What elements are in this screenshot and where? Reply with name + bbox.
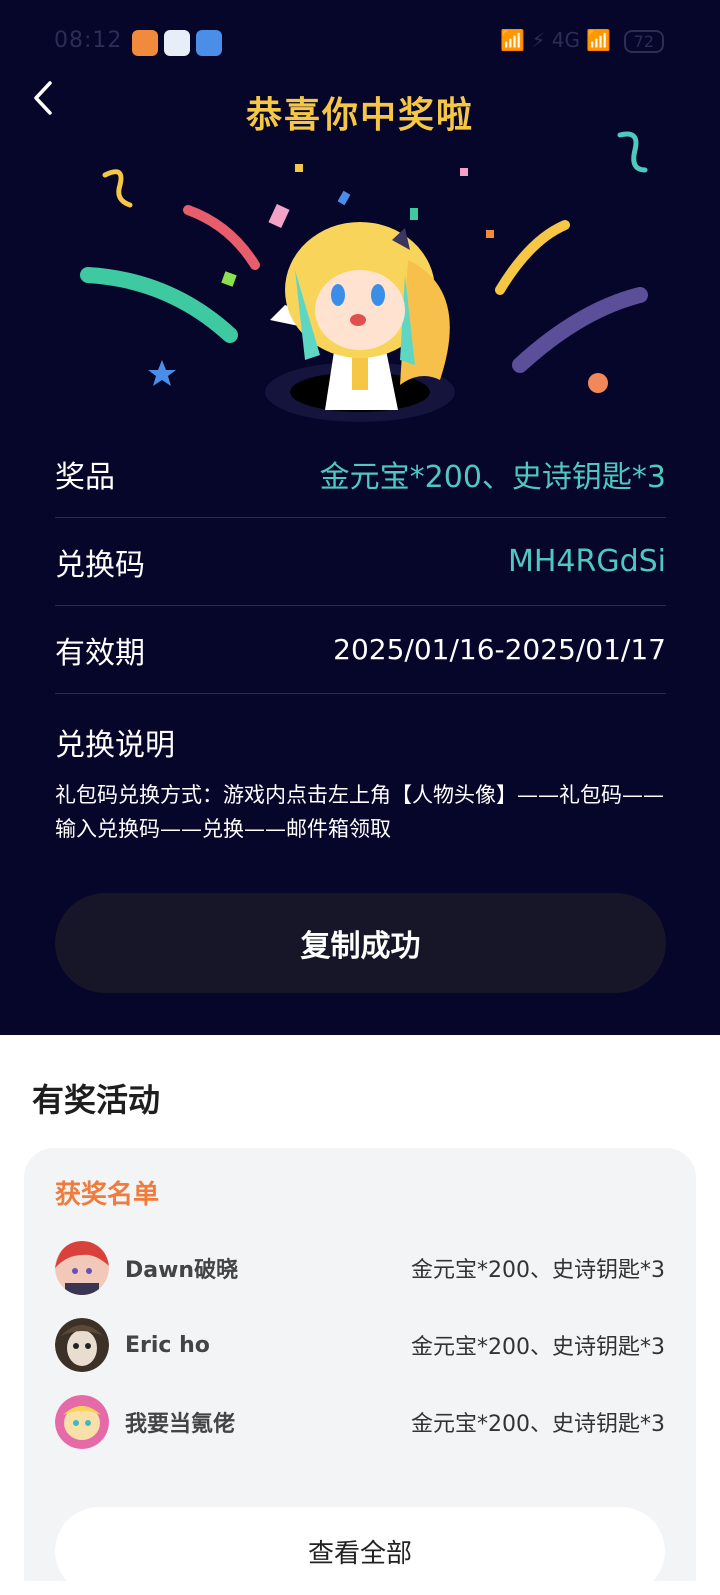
validity-value: 2025/01/16-2025/01/17 <box>333 633 666 666</box>
activities-section: 有奖活动 获奖名单 Dawn破晓 金元宝*200、史诗钥匙*3 Eric ho … <box>0 1035 720 1595</box>
copy-button[interactable]: 复制成功 <box>55 893 666 993</box>
redeem-code-label: 兑换码 <box>55 547 145 583</box>
winner-name: Dawn破晓 <box>125 1258 239 1283</box>
winner-row: Eric ho 金元宝*200、史诗钥匙*3 <box>55 1315 665 1375</box>
winner-name: 我要当氪佬 <box>125 1412 236 1437</box>
instructions-title: 兑换说明 <box>55 728 175 763</box>
prize-info: 奖品 金元宝*200、史诗钥匙*3 兑换码 MH4RGdSi 有效期 2025/… <box>55 430 666 846</box>
winners-card: 获奖名单 Dawn破晓 金元宝*200、史诗钥匙*3 Eric ho 金元宝*2… <box>24 1148 696 1595</box>
winners-title: 获奖名单 <box>55 1180 160 1210</box>
redeem-code-value[interactable]: MH4RGdSi <box>508 544 666 579</box>
avatar <box>55 1395 109 1449</box>
validity-label: 有效期 <box>55 635 145 671</box>
avatar <box>55 1318 109 1372</box>
avatar <box>55 1241 109 1295</box>
prize-row: 奖品 金元宝*200、史诗钥匙*3 <box>55 430 666 518</box>
app-notification-icon <box>196 30 222 56</box>
status-time: 08:12 <box>54 28 123 53</box>
winner-row: Dawn破晓 金元宝*200、史诗钥匙*3 <box>55 1238 665 1298</box>
app-notification-icon <box>132 30 158 56</box>
prize-label: 奖品 <box>55 459 115 495</box>
winner-row: 我要当氪佬 金元宝*200、史诗钥匙*3 <box>55 1392 665 1452</box>
prize-value: 金元宝*200、史诗钥匙*3 <box>319 459 666 495</box>
winner-prize: 金元宝*200、史诗钥匙*3 <box>411 1258 665 1283</box>
status-bar: 08:12 📶 ⚡ 4G 📶 72 <box>0 28 720 60</box>
winner-prize: 金元宝*200、史诗钥匙*3 <box>411 1335 665 1360</box>
redeem-code-row: 兑换码 MH4RGdSi <box>55 518 666 606</box>
app-notification-icon <box>164 30 190 56</box>
signal-icon: 📶 ⚡ 4G 📶 <box>500 28 612 52</box>
battery-indicator: 72 <box>623 30 664 53</box>
section-title: 有奖活动 <box>32 1081 161 1119</box>
winner-prize: 金元宝*200、史诗钥匙*3 <box>411 1412 665 1437</box>
winner-name: Eric ho <box>125 1332 210 1358</box>
celebration-illustration <box>80 131 648 422</box>
prize-panel: 08:12 📶 ⚡ 4G 📶 72 恭喜你中奖啦 奖品 金元宝*200、史诗钥匙… <box>0 0 720 1035</box>
view-all-button[interactable]: 查看全部 <box>55 1507 665 1595</box>
validity-row: 有效期 2025/01/16-2025/01/17 <box>55 606 666 694</box>
status-indicators: 📶 ⚡ 4G 📶 72 <box>500 28 664 53</box>
instructions-text: 礼包码兑换方式：游戏内点击左上角【人物头像】——礼包码——输入兑换码——兑换——… <box>55 783 664 841</box>
